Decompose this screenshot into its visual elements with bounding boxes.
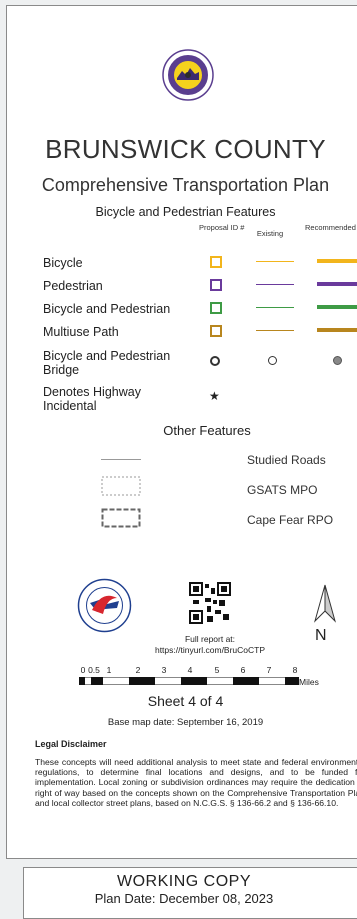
- legend-label-highway-incidental: Denotes Highway Incidental: [43, 385, 141, 413]
- existing-line-multiuse: [256, 330, 294, 331]
- north-label: N: [315, 627, 327, 644]
- scale-tick: 5: [214, 665, 220, 675]
- ncdot-logo-icon: [77, 578, 132, 633]
- scale-tick: 3: [161, 665, 167, 675]
- working-copy-panel: WORKING COPY Plan Date: December 08, 202…: [23, 867, 357, 919]
- legend-label-bicycle: Bicycle: [43, 256, 83, 270]
- column-header-existing: Existing: [256, 229, 284, 238]
- column-header-recommended: Recommended New Location: [305, 223, 357, 232]
- proposal-marker-pedestrian: [210, 279, 222, 291]
- scale-tick: 2: [135, 665, 141, 675]
- proposal-marker-bike-ped: [210, 302, 222, 314]
- scale-tick: 0.5: [88, 665, 100, 675]
- other-features-title: Other Features: [163, 423, 251, 438]
- existing-line-bike-ped: [256, 307, 294, 308]
- proposal-bridge-marker: [210, 356, 220, 366]
- scale-tick: 7: [266, 665, 272, 675]
- section-title: Bicycle and Pedestrian Features: [95, 205, 276, 219]
- legend-panel: BRUNSWICK COUNTY Comprehensive Transport…: [6, 5, 357, 859]
- proposal-marker-multiuse: [210, 325, 222, 337]
- recommended-line-multiuse: [317, 328, 357, 332]
- disclaimer-text: These concepts will need additional anal…: [35, 757, 357, 808]
- sheet-number: Sheet 4 of 4: [147, 693, 224, 709]
- column-header-proposal: Proposal ID #: [199, 223, 245, 232]
- scale-tick: 6: [240, 665, 246, 675]
- existing-line-pedestrian: [256, 284, 294, 285]
- studied-roads-label: Studied Roads: [247, 453, 326, 467]
- legend-label-multiuse: Multiuse Path: [43, 325, 119, 339]
- base-map-date: Base map date: September 16, 2019: [107, 717, 264, 728]
- cape-fear-rpo-boundary-icon: [101, 508, 141, 528]
- recommended-line-bike-ped: [317, 305, 357, 309]
- gsats-mpo-label: GSATS MPO: [247, 483, 318, 497]
- working-copy-label: WORKING COPY: [116, 873, 251, 890]
- scale-tick: 4: [187, 665, 193, 675]
- star-icon: ★: [209, 389, 220, 403]
- legend-label-bike-ped: Bicycle and Pedestrian: [43, 302, 171, 316]
- page-subtitle: Comprehensive Transportation Plan: [41, 175, 330, 195]
- report-link[interactable]: https://tinyurl.com/BruCoCTP: [135, 645, 285, 655]
- report-line-1: Full report at:: [184, 634, 236, 644]
- scale-bar: [79, 677, 299, 685]
- north-arrow-icon: [314, 584, 336, 623]
- existing-line-bicycle: [256, 261, 294, 262]
- existing-bridge-marker: [268, 356, 277, 365]
- scale-tick: 1: [106, 665, 112, 675]
- studied-roads-line: [101, 459, 141, 460]
- scale-tick: 8: [292, 665, 298, 675]
- qr-code-icon: [189, 582, 231, 624]
- legend-label-pedestrian: Pedestrian: [43, 279, 103, 293]
- recommended-line-bicycle: [317, 259, 357, 263]
- recommended-line-pedestrian: [317, 282, 357, 286]
- page-title: BRUNSWICK COUNTY: [45, 134, 326, 164]
- plan-date: Plan Date: December 08, 2023: [94, 891, 274, 906]
- county-seal-icon: [162, 49, 214, 101]
- recommended-bridge-marker: [333, 356, 342, 365]
- gsats-mpo-boundary-icon: [101, 476, 141, 496]
- proposal-marker-bicycle: [210, 256, 222, 268]
- scale-unit: Miles: [299, 677, 319, 687]
- legend-label-bridge: Bicycle and Pedestrian Bridge: [43, 349, 171, 377]
- cape-fear-rpo-label: Cape Fear RPO: [247, 513, 334, 527]
- disclaimer-title: Legal Disclaimer: [35, 739, 107, 749]
